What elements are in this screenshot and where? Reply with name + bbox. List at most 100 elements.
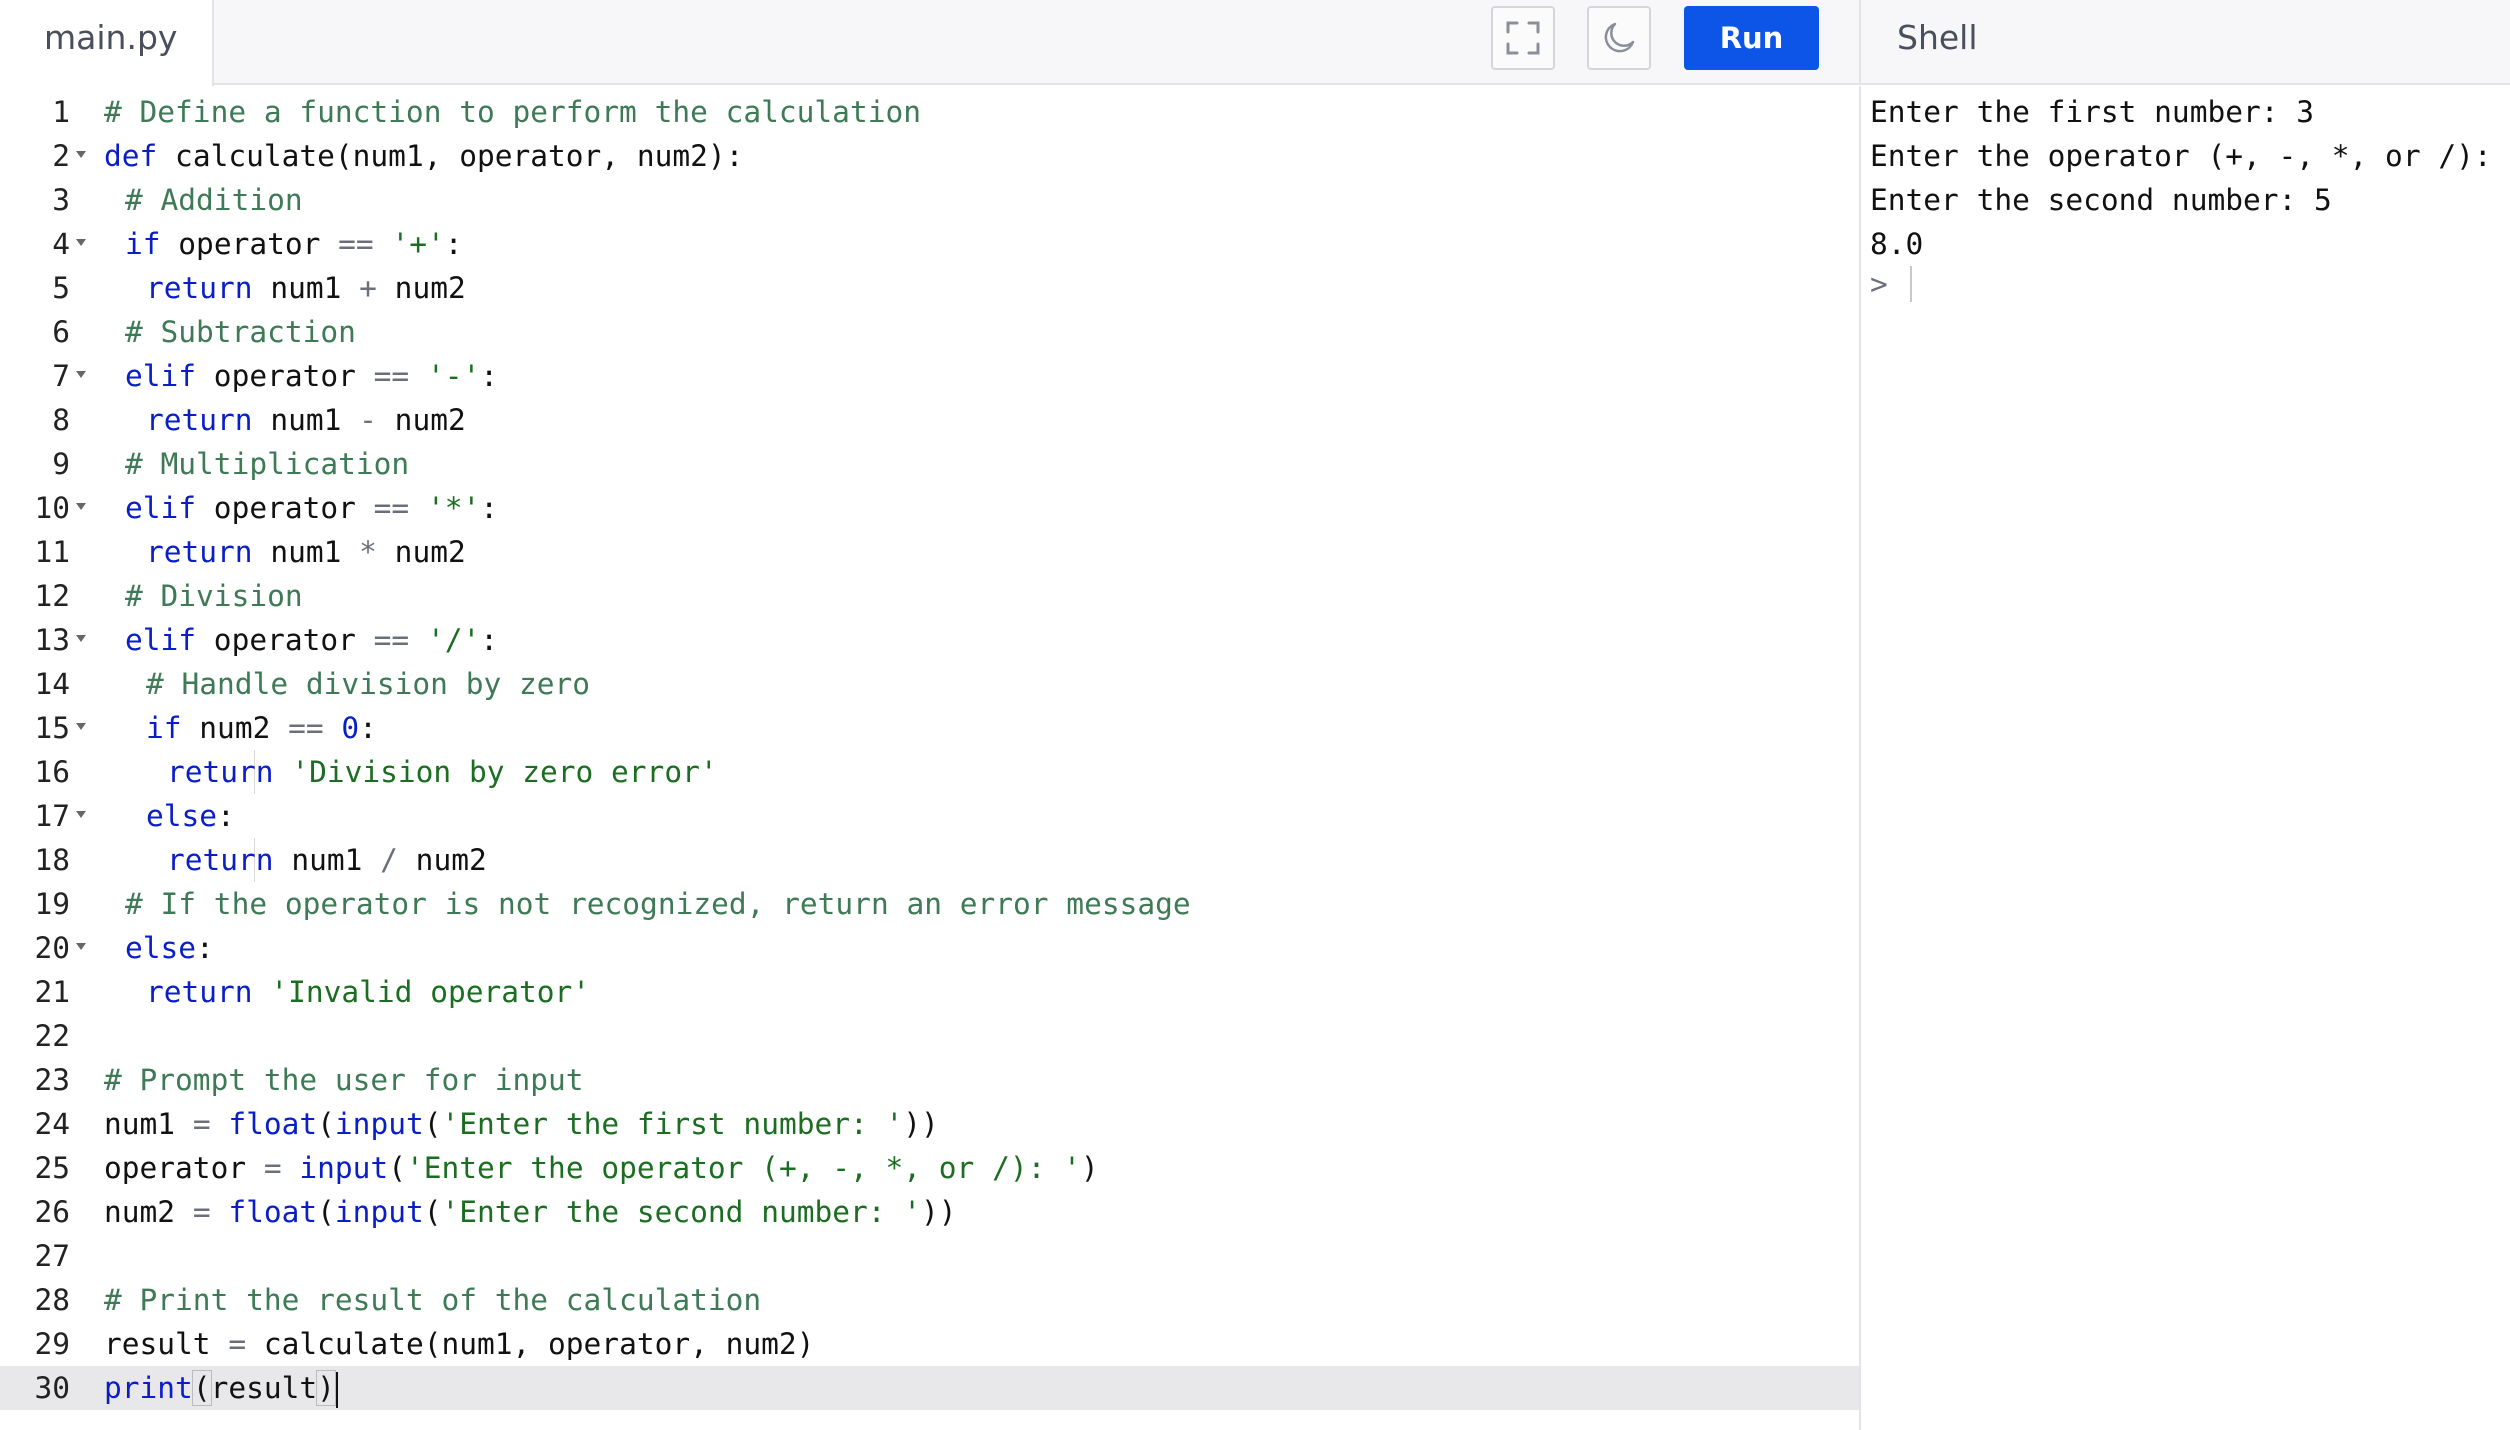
code-line[interactable]: 2 def calculate(num1, operator, num2): xyxy=(0,134,1859,178)
fold-toggle-icon[interactable] xyxy=(76,239,86,246)
line-number: 17 xyxy=(34,799,70,833)
code-text: elif operator == '*': xyxy=(125,486,498,530)
code-token: - xyxy=(359,403,377,437)
fold-toggle-icon[interactable] xyxy=(76,943,86,950)
code-token: operator xyxy=(196,491,374,525)
code-editor[interactable]: 1 # Define a function to perform the calc… xyxy=(0,86,1859,1430)
code-token: : xyxy=(196,931,214,965)
code-line[interactable]: 10 elif operator == '*': xyxy=(0,486,1859,530)
fold-toggle-icon[interactable] xyxy=(76,723,86,730)
code-token: ( xyxy=(317,1195,335,1229)
fold-toggle-icon[interactable] xyxy=(76,151,86,158)
code-line[interactable]: 11 return num1 * num2 xyxy=(0,530,1859,574)
code-line[interactable]: 17 else: xyxy=(0,794,1859,838)
code-token: input xyxy=(334,1107,424,1141)
code-line[interactable]: 19 # If the operator is not recognized, r… xyxy=(0,882,1859,926)
code-token: '+' xyxy=(391,227,445,261)
code-text: elif operator == '-': xyxy=(125,354,498,398)
code-token: 'Division by zero error' xyxy=(291,755,718,789)
code-token: : xyxy=(480,359,499,393)
shell-prompt[interactable]: > xyxy=(1870,262,1912,306)
code-line[interactable]: 7 elif operator == '-': xyxy=(0,354,1859,398)
code-text: return 'Division by zero error' xyxy=(167,750,718,794)
code-line[interactable]: 6 # Subtraction xyxy=(0,310,1859,354)
code-line[interactable]: 12 # Division xyxy=(0,574,1859,618)
line-number: 21 xyxy=(34,975,70,1009)
code-token: ) xyxy=(316,1370,336,1406)
code-text: # If the operator is not recognized, ret… xyxy=(125,882,1191,926)
run-button[interactable]: Run xyxy=(1684,6,1819,70)
code-line[interactable]: 5 return num1 + num2 xyxy=(0,266,1859,310)
code-token: operator xyxy=(196,623,374,657)
shell-output-line: Enter the second number: 5 xyxy=(1870,183,2332,217)
fold-toggle-icon[interactable] xyxy=(76,503,86,510)
moon-icon xyxy=(1604,22,1635,53)
tab-main-py[interactable]: main.py xyxy=(0,0,214,86)
code-text: else: xyxy=(146,794,235,838)
code-line[interactable]: 26 num2 = float(input('Enter the second n… xyxy=(0,1190,1859,1234)
line-number: 23 xyxy=(34,1063,70,1097)
code-text: # Print the result of the calculation xyxy=(104,1278,761,1322)
line-number: 7 xyxy=(52,359,70,393)
theme-toggle-button[interactable] xyxy=(1587,6,1651,70)
code-token: ( xyxy=(388,1151,406,1185)
line-number: 16 xyxy=(34,755,70,789)
code-line[interactable]: 16 return 'Division by zero error' xyxy=(0,750,1859,794)
fullscreen-icon xyxy=(1506,21,1540,55)
code-token: num1 xyxy=(104,1107,193,1141)
code-token: == xyxy=(338,227,374,261)
line-number: 5 xyxy=(52,271,70,305)
code-line[interactable]: 14 # Handle division by zero xyxy=(0,662,1859,706)
shell-panel-header: Shell xyxy=(1859,0,2510,85)
code-token: operator xyxy=(104,1151,264,1185)
code-token: ( xyxy=(191,1370,212,1406)
fullscreen-button[interactable] xyxy=(1491,6,1555,70)
code-line[interactable]: 4 if operator == '+': xyxy=(0,222,1859,266)
code-line[interactable]: 20 else: xyxy=(0,926,1859,970)
code-token: calculate(num1, operator, num2): xyxy=(157,139,744,173)
code-line[interactable]: 27 xyxy=(0,1234,1859,1278)
code-line[interactable]: 24 num1 = float(input('Enter the first nu… xyxy=(0,1102,1859,1146)
code-line[interactable]: 13 elif operator == '/': xyxy=(0,618,1859,662)
line-number: 2 xyxy=(52,139,70,173)
code-token: : xyxy=(480,623,499,657)
code-line[interactable]: 23 # Prompt the user for input xyxy=(0,1058,1859,1102)
code-line[interactable]: 22 xyxy=(0,1014,1859,1058)
line-number: 18 xyxy=(34,843,70,877)
code-line[interactable]: 21 return 'Invalid operator' xyxy=(0,970,1859,1014)
line-number: 3 xyxy=(52,183,70,217)
fold-toggle-icon[interactable] xyxy=(76,371,86,378)
line-number: 22 xyxy=(34,1019,70,1053)
code-line[interactable]: 18 return num1 / num2 xyxy=(0,838,1859,882)
code-token: input xyxy=(334,1195,424,1229)
code-line[interactable]: 28 # Print the result of the calculation xyxy=(0,1278,1859,1322)
code-token: input xyxy=(299,1151,389,1185)
code-token: ( xyxy=(423,1195,442,1229)
shell-output[interactable]: > Enter the first number: 3 Enter the ope… xyxy=(1859,86,2510,1430)
code-line[interactable]: 8 return num1 - num2 xyxy=(0,398,1859,442)
code-line[interactable]: 1 # Define a function to perform the calc… xyxy=(0,90,1859,134)
code-line[interactable]: 25 operator = input('Enter the operator (… xyxy=(0,1146,1859,1190)
line-number: 10 xyxy=(34,491,70,525)
code-line[interactable]: 30 print(result) xyxy=(0,1366,1859,1410)
code-line[interactable]: 9 # Multiplication xyxy=(0,442,1859,486)
code-line[interactable]: 29 result = calculate(num1, operator, num… xyxy=(0,1322,1859,1366)
code-token: '*' xyxy=(426,491,481,525)
code-token: ) xyxy=(1080,1151,1099,1185)
code-line[interactable]: 15 if num2 == 0: xyxy=(0,706,1859,750)
line-number: 4 xyxy=(52,227,70,261)
code-token: == xyxy=(373,623,410,657)
fold-toggle-icon[interactable] xyxy=(76,811,86,818)
code-token: = xyxy=(263,1151,282,1185)
code-token: 'Enter the first number: ' xyxy=(441,1107,904,1141)
code-line[interactable]: 3 # Addition xyxy=(0,178,1859,222)
text-cursor xyxy=(335,1371,338,1408)
code-token: float xyxy=(228,1107,318,1141)
code-token: : xyxy=(359,711,377,745)
fold-toggle-icon[interactable] xyxy=(76,635,86,642)
prompt-symbol: > xyxy=(1870,267,1888,301)
